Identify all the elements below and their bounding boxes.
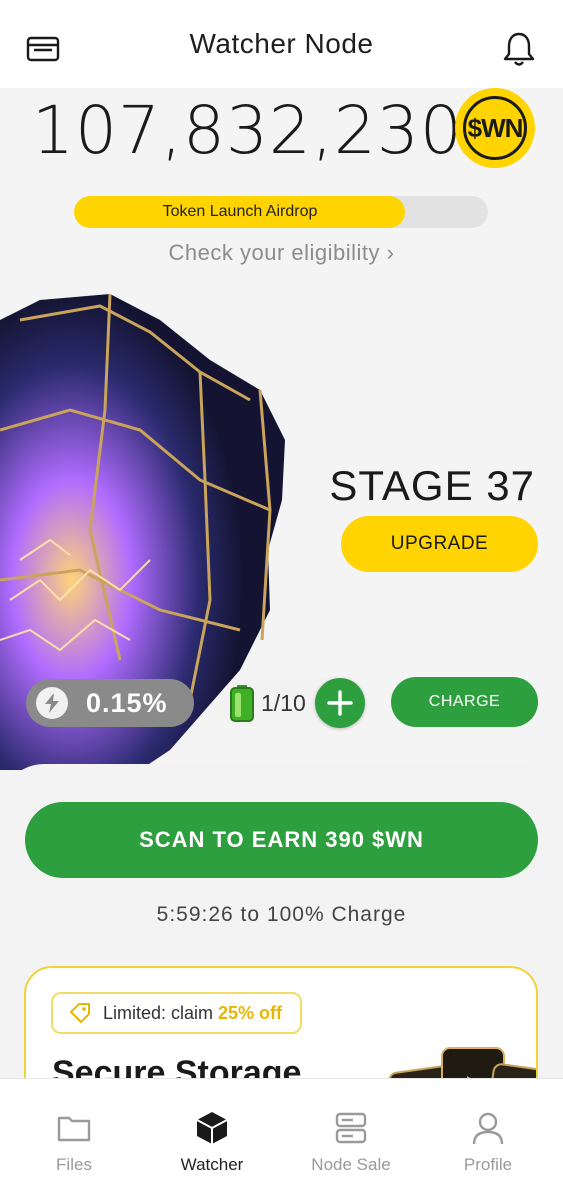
promo-discount: 25% off — [218, 1002, 283, 1023]
scan-to-earn-button[interactable]: SCAN TO EARN 390 $WN — [25, 802, 538, 878]
battery-icon — [230, 685, 254, 722]
bell-icon[interactable] — [501, 30, 537, 68]
promo-tag: Limited: claim 25% off — [51, 992, 303, 1034]
airdrop-label: Token Launch Airdrop — [162, 203, 318, 220]
charge-button[interactable]: CHARGE — [391, 677, 538, 727]
token-logo: $WN — [455, 88, 535, 168]
lightning-icon — [36, 687, 68, 719]
promo-tag-text: Limited: claim — [103, 1002, 214, 1023]
nav-item-watcher[interactable]: Watcher — [142, 1079, 282, 1200]
user-icon — [472, 1112, 504, 1145]
nav-label-node-sale: Node Sale — [311, 1155, 391, 1174]
nav-item-files[interactable]: Files — [4, 1079, 144, 1200]
bottom-navigation: Files Watcher Node Sale Profile — [0, 1078, 563, 1200]
top-bar: Watcher Node — [0, 0, 563, 88]
nav-label-profile: Profile — [463, 1155, 513, 1174]
boost-rate-pill: 0.15% — [26, 679, 194, 727]
eligibility-link-text: Check your eligibility — [168, 240, 381, 265]
token-symbol: $WN — [463, 96, 527, 160]
charges-count: 1/10 — [261, 689, 306, 716]
nav-label-files: Files — [56, 1155, 92, 1174]
check-eligibility-link[interactable]: Check your eligibility › — [0, 240, 563, 266]
server-icon — [335, 1112, 367, 1144]
upgrade-button[interactable]: UPGRADE — [341, 516, 538, 572]
stage-label: STAGE 37 — [329, 462, 535, 509]
price-tag-icon — [70, 1003, 90, 1023]
boost-rate-value: 0.15% — [86, 687, 168, 718]
add-charge-button[interactable] — [315, 678, 365, 728]
token-balance: 107,832,230 — [32, 92, 463, 169]
wallet-icon[interactable] — [26, 34, 60, 64]
chevron-right-icon: › — [386, 240, 395, 265]
nav-item-profile[interactable]: Profile — [418, 1079, 558, 1200]
folder-icon — [57, 1116, 91, 1142]
plus-icon — [327, 690, 353, 716]
nav-item-node-sale[interactable]: Node Sale — [281, 1079, 421, 1200]
airdrop-progress-bar[interactable]: Token Launch Airdrop — [74, 196, 488, 228]
page-title: Watcher Node — [189, 28, 374, 59]
cube-icon — [196, 1112, 228, 1144]
nav-label-watcher: Watcher — [180, 1155, 244, 1174]
charge-timer: 5:59:26 to 100% Charge — [156, 903, 407, 926]
app-screen: Watcher Node 107,832,230 $WN Token Launc… — [0, 0, 563, 1200]
